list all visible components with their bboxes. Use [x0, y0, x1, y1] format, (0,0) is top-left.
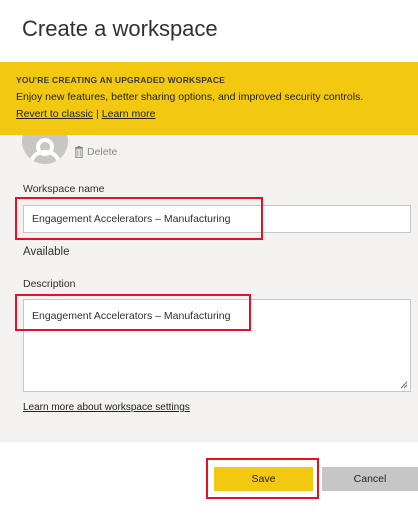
- cancel-button[interactable]: Cancel: [322, 467, 418, 491]
- workspace-name-label: Workspace name: [23, 183, 105, 195]
- resize-handle-icon[interactable]: [400, 381, 408, 389]
- learn-more-link[interactable]: Learn more: [102, 108, 156, 120]
- delete-image-button[interactable]: Delete: [74, 146, 117, 158]
- workspace-settings-link[interactable]: Learn more about workspace settings: [23, 402, 190, 413]
- workspace-name-input[interactable]: Engagement Accelerators – Manufacturing: [23, 205, 411, 233]
- banner-text: Enjoy new features, better sharing optio…: [16, 91, 364, 103]
- upgrade-banner: YOU'RE CREATING AN UPGRADED WORKSPACE En…: [0, 62, 418, 135]
- name-availability-status: Available: [23, 246, 70, 258]
- save-button[interactable]: Save: [214, 467, 313, 491]
- description-label: Description: [23, 278, 76, 290]
- trash-icon: [75, 146, 83, 158]
- banner-links: Revert to classic | Learn more: [16, 108, 402, 120]
- description-value: Engagement Accelerators – Manufacturing: [32, 310, 231, 322]
- description-textarea[interactable]: Engagement Accelerators – Manufacturing: [23, 299, 411, 392]
- revert-to-classic-link[interactable]: Revert to classic: [16, 108, 93, 120]
- link-separator: |: [96, 108, 99, 120]
- dialog-title: Create a workspace: [22, 16, 218, 41]
- banner-title: YOU'RE CREATING AN UPGRADED WORKSPACE: [16, 75, 226, 85]
- workspace-name-value: Engagement Accelerators – Manufacturing: [32, 213, 231, 225]
- delete-label: Delete: [87, 146, 118, 158]
